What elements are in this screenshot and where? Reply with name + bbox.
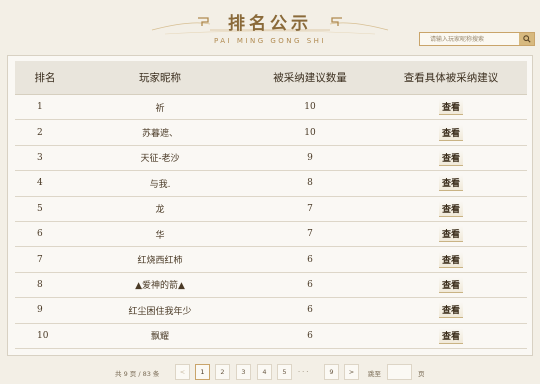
ranking-table-panel: 排名 玩家昵称 被采纳建议数量 查看具体被采纳建议 1 祈 10 查看 2 苏暮… [7, 55, 533, 356]
rank-cell: 9 [37, 305, 43, 316]
count-cell: 7 [307, 203, 313, 214]
view-button[interactable]: 查看 [438, 226, 463, 243]
view-button[interactable]: 查看 [438, 200, 463, 217]
view-button[interactable]: 查看 [438, 251, 463, 268]
table-row: 5 龙 7 查看 [15, 197, 527, 222]
table-body: 1 祈 10 查看 2 苏暮遮、 10 查看 3 天征-老沙 9 查看 4 与我… [15, 95, 527, 349]
table-row: 2 苏暮遮、 10 查看 [15, 120, 527, 146]
view-cell: 查看 [375, 146, 527, 170]
count-cell: 8 [307, 178, 313, 189]
count-cell: 6 [307, 305, 313, 316]
search-box [419, 32, 535, 46]
view-button[interactable]: 查看 [438, 327, 463, 344]
nickname-cell: 华 [155, 230, 165, 241]
column-header-count: 被采纳建议数量 [273, 72, 347, 84]
search-input[interactable] [420, 33, 518, 45]
count-cell: 7 [307, 229, 313, 240]
rank-cell: 3 [37, 152, 43, 163]
view-cell: 查看 [375, 171, 527, 195]
page-subtitle: PAI MING GONG SHI [214, 37, 326, 45]
count-cell: 6 [307, 330, 313, 341]
view-button[interactable]: 查看 [438, 149, 463, 166]
view-button[interactable]: 查看 [438, 175, 463, 192]
nickname-cell: 飘耀 [150, 332, 169, 343]
view-button[interactable]: 查看 [438, 99, 463, 116]
nickname-cell: ▲爱神的箭▲ [135, 281, 185, 292]
view-cell: 查看 [375, 298, 527, 322]
column-header-rank: 排名 [34, 72, 56, 84]
view-button[interactable]: 查看 [438, 276, 463, 293]
view-cell: 查看 [375, 222, 527, 246]
count-cell: 6 [307, 279, 313, 290]
table-row: 8 ▲爱神的箭▲ 6 查看 [15, 273, 527, 299]
view-cell: 查看 [375, 197, 527, 221]
table-row: 7 红烧西红柿 6 查看 [15, 247, 527, 273]
prev-page-button[interactable]: < [175, 364, 190, 380]
column-header-nickname: 玩家昵称 [139, 72, 181, 84]
count-cell: 10 [304, 102, 316, 113]
title-block: 排名公示 PAI MING GONG SHI [150, 6, 390, 50]
page-button-3[interactable]: 3 [236, 364, 251, 380]
table-row: 3 天征-老沙 9 查看 [15, 146, 527, 172]
pagination-summary: 共 9 页 / 83 条 [115, 370, 160, 378]
rank-cell: 7 [37, 254, 43, 265]
jump-label: 跳至 [368, 370, 381, 378]
table-row: 9 红尘困住我年少 6 查看 [15, 298, 527, 324]
rank-cell: 1 [37, 102, 43, 113]
search-button[interactable] [519, 33, 534, 45]
view-button[interactable]: 查看 [438, 124, 463, 141]
table-row: 10 飘耀 6 查看 [15, 324, 527, 349]
rank-cell: 4 [37, 178, 43, 189]
nickname-cell: 与我. [149, 179, 171, 190]
nickname-cell: 红烧西红柿 [137, 256, 183, 267]
nickname-cell: 祈 [155, 103, 165, 114]
table-row: 4 与我. 8 查看 [15, 171, 527, 197]
rank-cell: 6 [37, 229, 43, 240]
table-row: 6 华 7 查看 [15, 222, 527, 248]
page-button-last[interactable]: 9 [324, 364, 339, 380]
search-icon [522, 35, 531, 43]
page-button-5[interactable]: 5 [277, 364, 292, 380]
nickname-cell: 天征-老沙 [140, 154, 180, 165]
page-button-4[interactable]: 4 [257, 364, 272, 380]
table-row: 1 祈 10 查看 [15, 95, 527, 121]
page-header: 排名公示 PAI MING GONG SHI [0, 0, 540, 50]
rank-cell: 8 [37, 279, 43, 290]
page-button-2[interactable]: 2 [215, 364, 230, 380]
rank-cell: 10 [37, 330, 49, 341]
count-cell: 9 [307, 152, 313, 163]
nickname-cell: 龙 [155, 205, 165, 216]
page-title: 排名公示 [228, 14, 312, 34]
pagination-ellipsis: · · · [298, 368, 309, 376]
count-cell: 6 [307, 254, 313, 265]
next-page-button[interactable]: > [344, 364, 359, 380]
column-header-view: 查看具体被采纳建议 [403, 72, 499, 84]
nickname-cell: 红尘困住我年少 [128, 306, 192, 317]
pagination: 共 9 页 / 83 条 < 1 2 3 4 5 · · · 9 > 跳至 页 [0, 362, 540, 382]
jump-page-input[interactable] [387, 364, 412, 380]
view-cell: 查看 [375, 324, 527, 348]
rank-cell: 2 [37, 127, 43, 138]
view-cell: 查看 [375, 273, 527, 297]
view-cell: 查看 [375, 120, 527, 144]
table-header: 排名 玩家昵称 被采纳建议数量 查看具体被采纳建议 [15, 61, 527, 95]
view-cell: 查看 [375, 95, 527, 119]
count-cell: 10 [304, 127, 316, 138]
nickname-cell: 苏暮遮、 [141, 129, 178, 140]
rank-cell: 5 [37, 203, 43, 214]
page-button-1[interactable]: 1 [195, 364, 210, 380]
page-unit-label: 页 [418, 370, 425, 378]
view-cell: 查看 [375, 247, 527, 271]
view-button[interactable]: 查看 [438, 302, 463, 319]
